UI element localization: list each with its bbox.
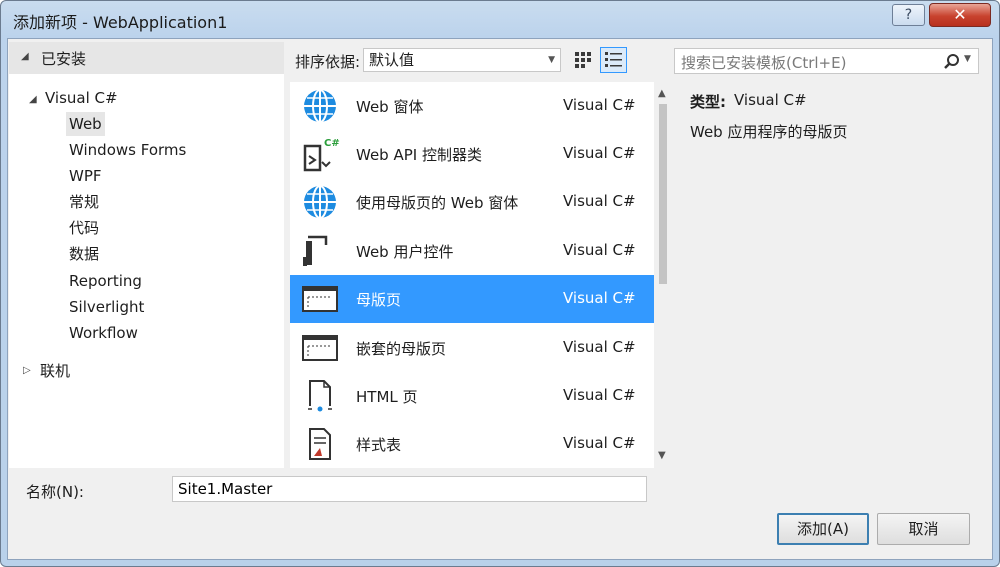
expanded-arrow-icon[interactable]: ◢ <box>29 94 37 105</box>
collapsed-arrow-icon[interactable]: ▷ <box>23 365 31 376</box>
search-placeholder: 搜索已安装模板(Ctrl+E) <box>681 54 847 72</box>
template-name: Web 窗体 <box>356 98 424 116</box>
user-control-icon <box>303 235 328 266</box>
window-title: 添加新项 - WebApplication1 <box>13 13 228 32</box>
template-list: Web 窗体 Visual C# C# Web API 控制器类 Visual … <box>290 82 654 468</box>
add-button[interactable]: 添加(A) <box>777 513 869 545</box>
list-item[interactable]: Web 用户控件 Visual C# <box>290 227 654 275</box>
installed-label: 已安装 <box>41 50 87 68</box>
list-item[interactable]: 使用母版页的 Web 窗体 Visual C# <box>290 178 654 226</box>
api-controller-icon: C# <box>303 138 340 172</box>
template-language: Visual C# <box>563 338 636 356</box>
list-item[interactable]: Web 窗体 Visual C# <box>290 82 654 130</box>
expanded-arrow-icon: ◢ <box>21 51 29 62</box>
tree-item-workflow[interactable]: Workflow <box>66 321 141 345</box>
tree-item-silverlight[interactable]: Silverlight <box>66 295 147 319</box>
html-page-icon <box>306 380 334 412</box>
type-value: Visual C# <box>734 91 807 109</box>
list-view-button[interactable] <box>600 47 627 73</box>
tree-item-windows-forms[interactable]: Windows Forms <box>66 138 189 162</box>
sort-dropdown[interactable]: 默认值 ▼ <box>363 48 561 72</box>
template-name: 样式表 <box>356 436 402 454</box>
name-label: 名称(N): <box>26 483 84 501</box>
template-language: Visual C# <box>563 386 636 404</box>
tree-item-web[interactable]: Web <box>66 112 105 136</box>
master-page-icon <box>302 335 338 361</box>
search-icon[interactable] <box>943 53 961 71</box>
tree-item-data[interactable]: 数据 <box>66 242 102 266</box>
list-item[interactable]: C# Web API 控制器类 Visual C# <box>290 130 654 178</box>
tree-item-general[interactable]: 常规 <box>66 190 102 214</box>
master-page-icon <box>302 286 338 312</box>
tree-item-visual-csharp[interactable]: Visual C# <box>42 86 121 110</box>
cancel-button[interactable]: 取消 <box>877 513 970 545</box>
template-name: Web 用户控件 <box>356 243 454 261</box>
stylesheet-icon <box>309 428 331 460</box>
template-language: Visual C# <box>563 144 636 162</box>
sort-dropdown-value: 默认值 <box>369 51 415 69</box>
list-item[interactable]: 嵌套的母版页 Visual C# <box>290 324 654 372</box>
category-tree: ◢ 已安装 ◢ Visual C# Web Windows Forms WPF … <box>9 42 284 468</box>
title-bar[interactable]: 添加新项 - WebApplication1 ? ✕ <box>1 1 1000 37</box>
svg-text:C#: C# <box>324 138 340 149</box>
template-name: 母版页 <box>356 291 402 309</box>
chevron-down-icon[interactable]: ▼ <box>964 54 971 64</box>
scroll-thumb[interactable] <box>659 104 667 284</box>
template-list-scrollbar[interactable]: ▲ ▼ <box>654 82 672 468</box>
list-item[interactable]: HTML 页 Visual C# <box>290 372 654 420</box>
tree-item-online[interactable]: 联机 <box>37 359 73 383</box>
template-name: Web API 控制器类 <box>356 146 482 164</box>
template-language: Visual C# <box>563 434 636 452</box>
template-name: HTML 页 <box>356 388 418 406</box>
help-button[interactable]: ? <box>892 4 925 26</box>
list-view-icon <box>605 52 622 67</box>
template-name: 嵌套的母版页 <box>356 340 447 358</box>
search-input[interactable]: 搜索已安装模板(Ctrl+E) ▼ <box>674 48 979 74</box>
template-description: Web 应用程序的母版页 <box>690 123 848 141</box>
scroll-up-arrow-icon[interactable]: ▲ <box>658 88 666 99</box>
list-item-selected[interactable]: 母版页 Visual C# <box>290 275 654 323</box>
scroll-down-arrow-icon[interactable]: ▼ <box>658 450 666 461</box>
list-item[interactable]: 样式表 Visual C# <box>290 420 654 468</box>
grid-view-icon[interactable] <box>572 49 594 71</box>
sort-label: 排序依据: <box>295 53 361 71</box>
type-label: 类型: <box>690 93 726 111</box>
tree-item-reporting[interactable]: Reporting <box>66 269 145 293</box>
tree-item-code[interactable]: 代码 <box>66 216 102 240</box>
tree-item-wpf[interactable]: WPF <box>66 164 105 188</box>
close-button[interactable]: ✕ <box>929 3 991 27</box>
chevron-down-icon: ▼ <box>548 55 555 65</box>
name-input[interactable] <box>172 476 647 502</box>
template-language: Visual C# <box>563 289 636 307</box>
template-language: Visual C# <box>563 241 636 259</box>
template-name: 使用母版页的 Web 窗体 <box>356 194 519 212</box>
installed-header[interactable]: ◢ 已安装 <box>9 42 284 74</box>
globe-icon <box>304 185 336 219</box>
template-language: Visual C# <box>563 192 636 210</box>
globe-icon <box>304 89 336 123</box>
template-language: Visual C# <box>563 96 636 114</box>
